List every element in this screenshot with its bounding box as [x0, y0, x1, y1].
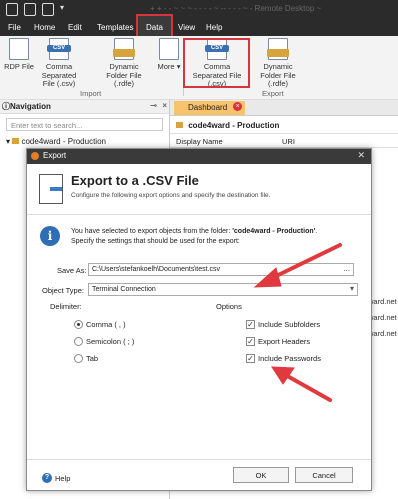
arrow-head-include-passwords [271, 366, 295, 385]
annotation-arrows [253, 243, 342, 402]
arrow-to-object-type [266, 243, 342, 282]
arrow-head-object-type [253, 267, 282, 288]
arrow-to-include-passwords [280, 371, 332, 402]
